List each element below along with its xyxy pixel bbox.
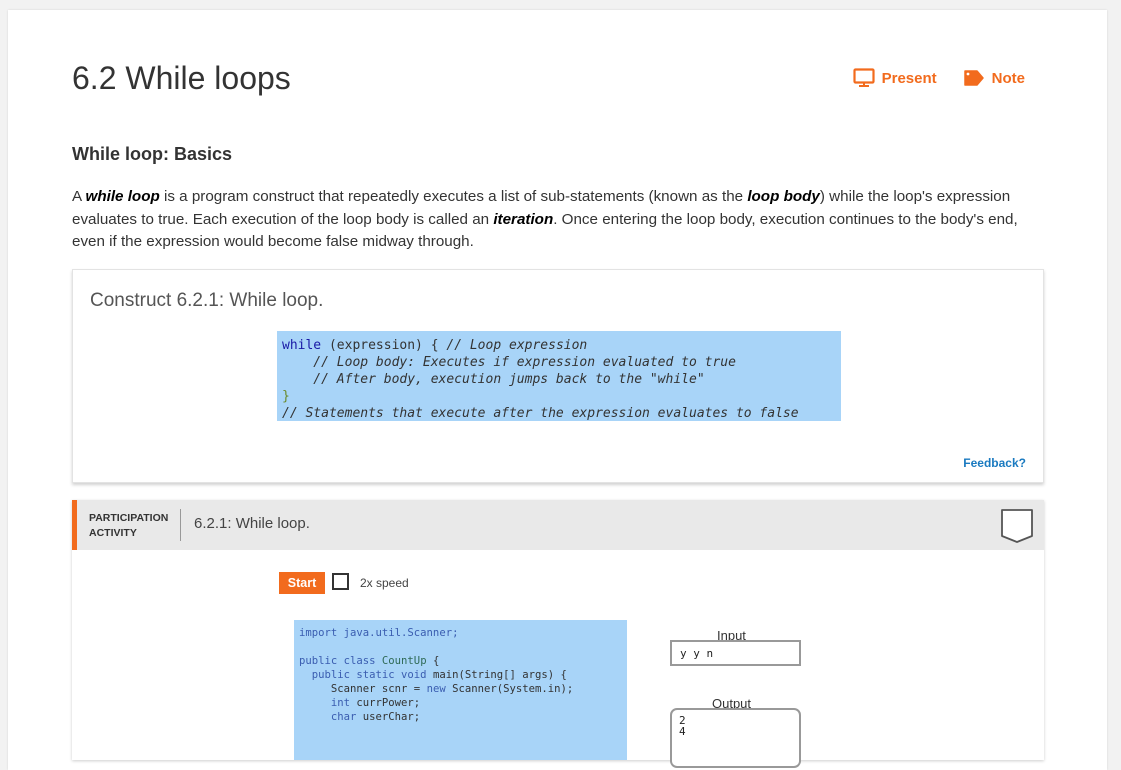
- intro-paragraph: A while loop is a program construct that…: [72, 186, 1052, 254]
- code-text: userChar;: [362, 711, 421, 723]
- code-line: import java.util.Scanner;: [299, 627, 459, 639]
- subsection-heading: While loop: Basics: [72, 144, 233, 164]
- code-keyword: new: [426, 683, 453, 695]
- code-keyword: int: [299, 697, 357, 709]
- activity-header: PARTICIPATION ACTIVITY 6.2.1: While loop…: [72, 500, 1044, 550]
- construct-code-block: while (expression) { // Loop expression …: [277, 331, 841, 421]
- term-loop-body: loop body: [747, 188, 820, 205]
- code-keyword: public class: [299, 655, 382, 667]
- section-actions: Present Note: [853, 68, 1025, 88]
- activity-title: 6.2.1: While loop.: [194, 515, 310, 532]
- code-text: (expression) {: [321, 338, 447, 353]
- note-label: Note: [991, 69, 1025, 87]
- term-iteration: iteration: [493, 210, 554, 228]
- term-while-loop: while loop: [85, 188, 160, 205]
- output-console: 2 4: [670, 708, 801, 768]
- code-comment: // Loop body: Executes if expression eva…: [282, 355, 736, 370]
- input-field[interactable]: y y n: [670, 640, 801, 666]
- code-text: Scanner scnr =: [299, 683, 427, 695]
- participation-activity: PARTICIPATION ACTIVITY 6.2.1: While loop…: [72, 500, 1044, 768]
- code-text: currPower;: [356, 697, 421, 709]
- para-text: A: [72, 188, 86, 205]
- code-text: Scanner(System.in);: [452, 683, 574, 695]
- code-comment: // After body, execution jumps back to t…: [282, 372, 705, 387]
- code-brace: }: [282, 389, 290, 404]
- activity-type-label: PARTICIPATION ACTIVITY: [89, 511, 168, 541]
- monitor-icon: [853, 68, 875, 87]
- speed-label: 2x speed: [360, 576, 409, 590]
- code-classname: CountUp: [381, 655, 427, 667]
- header-divider: [180, 509, 181, 541]
- activity-code-block: import java.util.Scanner; public class C…: [294, 620, 627, 760]
- para-text: is a program construct that repeatedly e…: [159, 188, 748, 205]
- content-page: 6.2 While loops Present Note While loop:…: [8, 10, 1107, 770]
- activity-label-line2: ACTIVITY: [89, 527, 137, 539]
- code-text: main(String[] args) {: [432, 669, 567, 681]
- note-tag-icon: [963, 70, 984, 86]
- speed-checkbox[interactable]: [332, 573, 349, 590]
- start-button[interactable]: Start: [279, 572, 325, 594]
- present-button[interactable]: Present: [853, 68, 937, 88]
- code-keyword: char: [299, 711, 363, 723]
- code-comment: // Loop expression: [446, 338, 588, 353]
- code-keyword: while: [282, 338, 322, 353]
- construct-box: Construct 6.2.1: While loop. while (expr…: [72, 269, 1044, 483]
- feedback-link[interactable]: Feedback?: [963, 456, 1026, 470]
- note-button[interactable]: Note: [963, 68, 1025, 88]
- code-keyword: public static void: [299, 669, 433, 681]
- code-comment: // Statements that execute after the exp…: [282, 406, 799, 421]
- section-title: 6.2 While loops: [72, 60, 291, 96]
- construct-title: Construct 6.2.1: While loop.: [90, 290, 324, 311]
- code-text: {: [426, 655, 440, 667]
- completion-badge-icon: [1001, 509, 1033, 543]
- activity-label-line1: PARTICIPATION: [89, 512, 169, 524]
- present-label: Present: [881, 69, 937, 87]
